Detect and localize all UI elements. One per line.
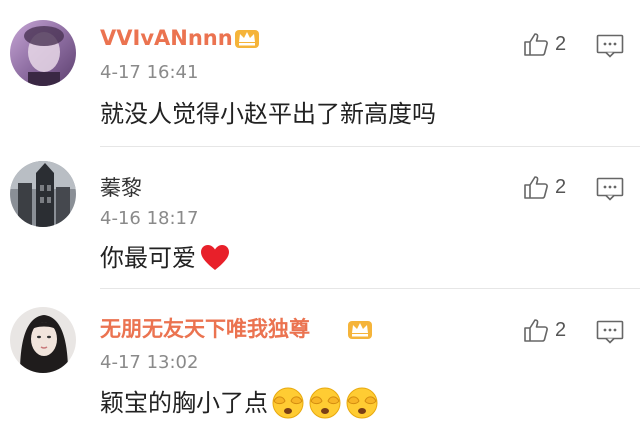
crown-badge-icon — [235, 30, 259, 48]
red-heart-icon — [201, 245, 229, 270]
comment-text: 颖宝的胸小了点 — [100, 386, 379, 420]
comment-text-content: 就没人觉得小赵平出了新高度吗 — [100, 100, 436, 128]
comment-item: 蓁黎 4-16 18:17 你最可爱 2 — [0, 147, 640, 288]
like-count: 2 — [555, 32, 567, 55]
comment-text: 你最可爱 — [100, 243, 230, 273]
username[interactable]: 无朋无友天下唯我独尊 — [100, 316, 310, 342]
username[interactable]: VVIvANnnn — [100, 25, 233, 51]
reply-comment-icon[interactable] — [596, 177, 624, 201]
comment-text-content: 颖宝的胸小了点 — [100, 389, 268, 417]
comment-item: 无朋无友天下唯我独尊 4-17 13:02 颖宝的胸小了点 2 — [0, 289, 640, 426]
crown-badge-icon — [348, 321, 372, 339]
like-count: 2 — [555, 318, 567, 341]
username[interactable]: 蓁黎 — [100, 175, 142, 201]
avatar[interactable] — [10, 20, 76, 86]
thumbs-up-icon — [524, 176, 548, 199]
reply-comment-icon[interactable] — [596, 34, 624, 58]
avatar[interactable] — [10, 161, 76, 227]
reply-comment-icon[interactable] — [596, 320, 624, 344]
face-covering-eyes-emoji-icon — [309, 387, 341, 419]
comment-text: 就没人觉得小赵平出了新高度吗 — [100, 99, 436, 129]
thumbs-up-icon — [524, 33, 548, 56]
like-count: 2 — [555, 175, 567, 198]
like-button[interactable]: 2 — [523, 173, 566, 201]
avatar[interactable] — [10, 307, 76, 373]
face-covering-eyes-emoji-icon — [272, 387, 304, 419]
like-button[interactable]: 2 — [523, 316, 566, 344]
comment-time: 4-16 18:17 — [100, 208, 199, 229]
face-covering-eyes-emoji-icon — [346, 387, 378, 419]
comment-item: VVIvANnnn 4-17 16:41 就没人觉得小赵平出了新高度吗 2 — [0, 0, 640, 146]
like-button[interactable]: 2 — [523, 30, 566, 58]
comment-time: 4-17 16:41 — [100, 62, 199, 83]
thumbs-up-icon — [524, 319, 548, 342]
comment-time: 4-17 13:02 — [100, 352, 199, 373]
comment-text-content: 你最可爱 — [100, 244, 196, 272]
